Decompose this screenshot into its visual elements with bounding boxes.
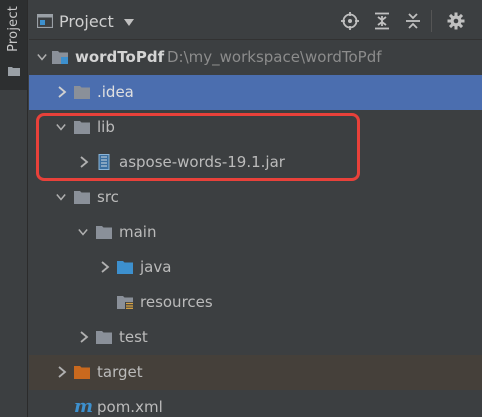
folder-icon: [96, 226, 112, 239]
settings-button[interactable]: [445, 10, 467, 32]
tool-window-strip: Project: [0, 0, 28, 417]
tree-row-resources-label: resources: [140, 293, 213, 311]
tree-row-java[interactable]: java: [29, 250, 482, 285]
excluded-folder-icon: [74, 366, 90, 379]
tree-row-target[interactable]: target: [29, 355, 482, 390]
project-panel-header: Project: [29, 0, 482, 40]
tree-row-root-path: D:\my_workspace\wordToPdf: [167, 48, 382, 66]
chevron-down-icon: [123, 18, 134, 26]
tree-row-idea[interactable]: .idea: [29, 75, 482, 110]
view-selector[interactable]: Project: [37, 9, 134, 33]
collapse-all-button[interactable]: [402, 10, 424, 32]
maven-icon: m: [74, 396, 94, 417]
tree-row-root[interactable]: wordToPdf D:\my_workspace\wordToPdf: [29, 40, 482, 75]
locate-icon: [341, 12, 359, 30]
tree-row-java-label: java: [140, 258, 172, 276]
project-tool-tab-label: Project: [6, 6, 21, 52]
tree-row-main-label: main: [119, 223, 157, 241]
expand-all-icon: [375, 12, 389, 30]
collapse-all-icon: [406, 13, 420, 29]
chevron-right-icon: [80, 331, 89, 343]
chevron-down-icon: [78, 229, 88, 236]
expand-all-button[interactable]: [371, 10, 393, 32]
module-icon: [52, 51, 68, 64]
project-icon: [37, 14, 53, 28]
source-folder-icon: [117, 261, 133, 274]
tree-row-target-label: target: [97, 363, 143, 381]
project-tree: wordToPdf D:\my_workspace\wordToPdf .ide…: [29, 40, 482, 417]
tree-row-test[interactable]: test: [29, 320, 482, 355]
chevron-right-icon: [101, 261, 110, 273]
tree-row-idea-label: .idea: [97, 83, 134, 101]
annotation-highlight: [36, 113, 360, 181]
locate-button[interactable]: [339, 10, 361, 32]
tree-row-resources[interactable]: resources: [29, 285, 482, 320]
tree-row-pom[interactable]: m pom.xml: [29, 390, 482, 417]
chevron-right-icon: [58, 366, 67, 378]
resources-folder-icon: [117, 296, 133, 309]
project-tool-tab[interactable]: Project: [0, 0, 28, 90]
tree-row-pom-label: pom.xml: [97, 398, 163, 416]
view-selector-label: Project: [59, 11, 114, 31]
tree-row-main[interactable]: main: [29, 215, 482, 250]
tree-row-src[interactable]: src: [29, 180, 482, 215]
toolbar-separator: [431, 10, 432, 32]
folder-icon: [8, 67, 20, 76]
folder-icon: [74, 86, 90, 99]
tree-row-src-label: src: [97, 188, 119, 206]
chevron-down-icon: [37, 54, 47, 61]
tree-row-test-label: test: [119, 328, 148, 346]
gear-icon: [447, 12, 465, 30]
folder-icon: [96, 331, 112, 344]
chevron-down-icon: [56, 194, 66, 201]
tree-row-root-label: wordToPdf: [75, 48, 165, 66]
chevron-right-icon: [58, 86, 67, 98]
folder-icon: [74, 191, 90, 204]
